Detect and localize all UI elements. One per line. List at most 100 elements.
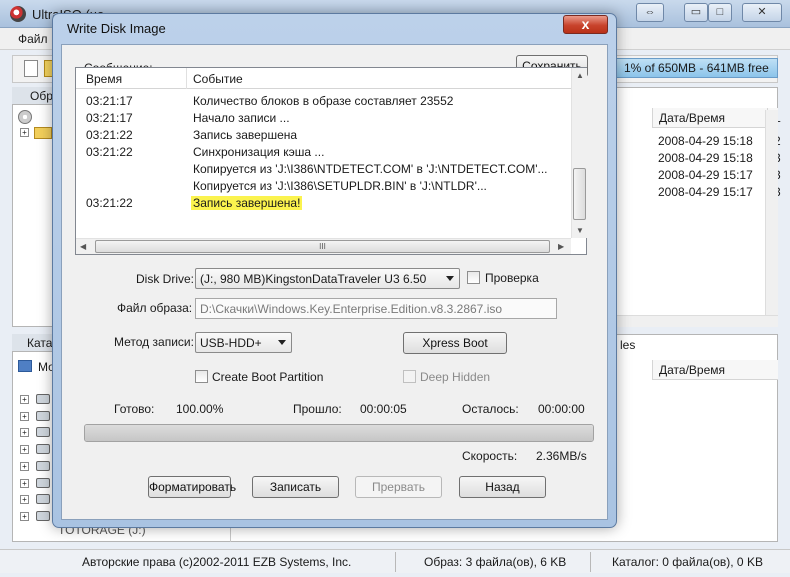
cd-icon bbox=[18, 110, 32, 124]
log-row: 03:21:22 Синхронизация кэша ... bbox=[76, 144, 571, 161]
write-button[interactable]: Записать bbox=[252, 476, 339, 498]
chevron-down-icon bbox=[278, 340, 286, 345]
dialog-title: Write Disk Image bbox=[67, 21, 166, 36]
log-event: Синхронизация кэша ... bbox=[193, 145, 325, 159]
log-column-time[interactable]: Время bbox=[86, 72, 122, 86]
write-progress-bar bbox=[84, 424, 594, 442]
log-header: Время Событие bbox=[76, 68, 571, 89]
write-method-label: Метод записи: bbox=[114, 335, 194, 349]
speed-value: 2.36MB/s bbox=[536, 449, 587, 463]
drive-icon bbox=[36, 427, 50, 437]
xpress-boot-button[interactable]: Xpress Boot bbox=[403, 332, 507, 354]
log-time: 03:21:22 bbox=[86, 196, 133, 210]
scroll-right-icon[interactable]: ▶ bbox=[558, 242, 564, 251]
verify-label[interactable]: Проверка bbox=[485, 271, 539, 285]
status-separator bbox=[590, 552, 591, 572]
abort-button[interactable]: Прервать bbox=[355, 476, 442, 498]
log-list[interactable]: Время Событие 03:21:17 Количество блоков… bbox=[75, 67, 587, 255]
deep-hidden-label[interactable]: Deep Hidden bbox=[420, 370, 490, 384]
log-event-highlighted: Запись завершена! bbox=[191, 196, 303, 210]
tree-expand-icon[interactable]: + bbox=[20, 428, 29, 437]
disk-drive-value: (J:, 980 MB)KingstonDataTraveler U3 6.50 bbox=[200, 272, 427, 286]
verify-checkbox[interactable] bbox=[467, 271, 480, 284]
tree-expand-icon[interactable]: + bbox=[20, 128, 29, 137]
scroll-down-icon[interactable]: ▼ bbox=[576, 226, 584, 235]
create-boot-partition-label[interactable]: Create Boot Partition bbox=[212, 370, 323, 384]
drive-icon bbox=[36, 444, 50, 454]
remaining-value: 00:00:00 bbox=[538, 402, 585, 416]
status-bar: Авторские права (c)2002-2011 EZB Systems… bbox=[0, 549, 790, 573]
drive-icon bbox=[36, 394, 50, 404]
chevron-down-icon bbox=[446, 276, 454, 281]
log-vertical-scrollbar[interactable]: ▲ ▼ bbox=[571, 68, 587, 238]
column-date-time-bottom[interactable]: Дата/Время bbox=[652, 360, 778, 380]
image-file-field[interactable]: D:\Скачки\Windows.Key.Enterprise.Edition… bbox=[195, 298, 557, 319]
minimize-icon[interactable]: ▭ bbox=[684, 3, 708, 22]
write-disk-image-dialog: Write Disk Image x Сообщение: Сохранить … bbox=[52, 13, 617, 528]
maximize-icon[interactable]: □ bbox=[708, 3, 732, 22]
usb-drive-icon bbox=[36, 511, 50, 521]
drive-icon bbox=[36, 461, 50, 471]
ready-value: 100.00% bbox=[176, 402, 224, 416]
back-button[interactable]: Назад bbox=[459, 476, 546, 498]
log-event: Запись завершена bbox=[193, 128, 298, 142]
tree-expand-icon[interactable]: + bbox=[20, 412, 29, 421]
file-row-date: 2008-04-29 15:18 bbox=[658, 151, 753, 165]
new-file-icon[interactable] bbox=[24, 60, 38, 77]
top-pane-hscrollbar[interactable] bbox=[617, 315, 778, 327]
file-row-date: 2008-04-29 15:17 bbox=[658, 185, 753, 199]
log-row: 03:21:17 Начало записи ... bbox=[76, 110, 571, 127]
create-boot-partition-checkbox[interactable] bbox=[195, 370, 208, 383]
log-row: 03:21:22 Запись завершена bbox=[76, 127, 571, 144]
log-column-separator bbox=[186, 68, 187, 89]
log-horizontal-thumb[interactable]: III bbox=[95, 240, 550, 253]
column-date-time[interactable]: Дата/Время bbox=[652, 108, 767, 128]
computer-icon bbox=[18, 360, 32, 372]
status-copyright: Авторские права (c)2002-2011 EZB Systems… bbox=[82, 555, 352, 569]
log-time: 03:21:17 bbox=[86, 111, 133, 125]
remaining-label: Осталось: bbox=[462, 402, 519, 416]
tree-expand-icon[interactable]: + bbox=[20, 512, 29, 521]
log-event: Количество блоков в образе составляет 23… bbox=[193, 94, 454, 108]
elapsed-label: Прошло: bbox=[293, 402, 342, 416]
status-catalog: Каталог: 0 файла(ов), 0 KB bbox=[612, 555, 763, 569]
tree-expand-icon[interactable]: + bbox=[20, 445, 29, 454]
format-button[interactable]: Форматировать bbox=[148, 476, 236, 498]
elapsed-value: 00:00:05 bbox=[360, 402, 407, 416]
log-vertical-thumb[interactable] bbox=[573, 168, 586, 220]
dialog-close-button[interactable]: x bbox=[563, 15, 608, 34]
log-row: 03:21:17 Количество блоков в образе сост… bbox=[76, 93, 571, 110]
folder-icon bbox=[34, 127, 52, 139]
log-row: Копируется из 'J:\I386\SETUPLDR.BIN' в '… bbox=[76, 178, 571, 195]
tree-expand-icon[interactable]: + bbox=[20, 395, 29, 404]
log-row: 03:21:22 Запись завершена! bbox=[76, 195, 571, 212]
log-row: Копируется из 'J:\I386\NTDETECT.COM' в '… bbox=[76, 161, 571, 178]
tree-expand-icon[interactable]: + bbox=[20, 479, 29, 488]
file-row-date: 2008-04-29 15:18 bbox=[658, 134, 753, 148]
disk-drive-select[interactable]: (J:, 980 MB)KingstonDataTraveler U3 6.50 bbox=[195, 268, 460, 289]
menu-file[interactable]: Файл bbox=[18, 32, 48, 46]
log-event: Начало записи ... bbox=[193, 111, 290, 125]
log-time: 03:21:22 bbox=[86, 145, 133, 159]
drive-icon bbox=[36, 411, 50, 421]
tree-expand-icon[interactable]: + bbox=[20, 462, 29, 471]
log-horizontal-scrollbar[interactable]: ◀ III ▶ bbox=[76, 238, 571, 254]
drive-icon bbox=[36, 494, 50, 504]
log-column-event[interactable]: Событие bbox=[193, 72, 243, 86]
status-separator bbox=[395, 552, 396, 572]
deep-hidden-checkbox[interactable] bbox=[403, 370, 416, 383]
restore-icon[interactable]: ⇔ bbox=[636, 3, 664, 22]
scroll-up-icon[interactable]: ▲ bbox=[576, 71, 584, 80]
tree-expand-icon[interactable]: + bbox=[20, 495, 29, 504]
close-icon[interactable]: ✕ bbox=[742, 3, 782, 22]
top-pane-scrollbar[interactable] bbox=[765, 110, 778, 315]
scroll-left-icon[interactable]: ◀ bbox=[80, 242, 86, 251]
dialog-body: Сообщение: Сохранить Время Событие 03:21… bbox=[61, 44, 608, 520]
ultraiso-app-icon bbox=[10, 6, 26, 22]
files-tab[interactable]: les bbox=[620, 338, 635, 352]
write-progress-fill bbox=[85, 425, 593, 441]
write-method-select[interactable]: USB-HDD+ bbox=[195, 332, 292, 353]
log-event: Копируется из 'J:\I386\NTDETECT.COM' в '… bbox=[193, 162, 548, 176]
disk-drive-label: Disk Drive: bbox=[136, 272, 195, 286]
ready-label: Готово: bbox=[114, 402, 155, 416]
